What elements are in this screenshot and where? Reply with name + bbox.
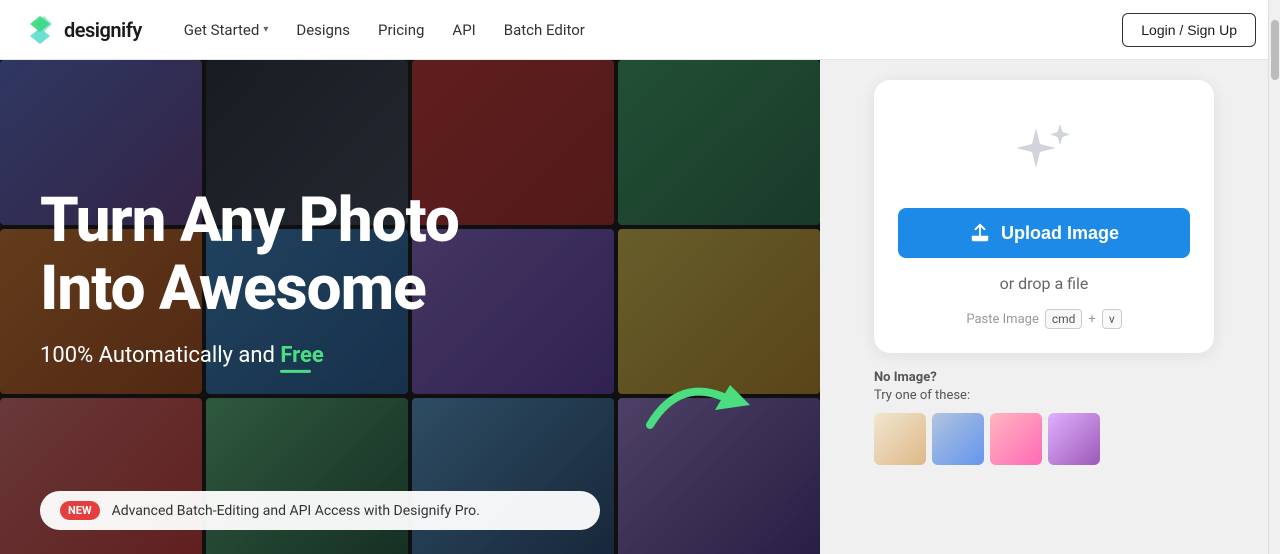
logo-icon bbox=[24, 14, 56, 46]
nav-item-designs[interactable]: Designs bbox=[286, 15, 360, 45]
hero-title: Turn Any Photo Into Awesome bbox=[40, 187, 459, 323]
key-cmd: cmd bbox=[1045, 309, 1083, 329]
paste-label: Paste Image bbox=[966, 312, 1038, 327]
paste-row: Paste Image cmd + v bbox=[966, 309, 1121, 329]
key-v: v bbox=[1102, 309, 1122, 329]
sample-thumb-3[interactable] bbox=[990, 413, 1042, 465]
hero-section: Turn Any Photo Into Awesome 100% Automat… bbox=[0, 60, 1268, 554]
upload-icon bbox=[969, 222, 991, 244]
chevron-down-icon: ▾ bbox=[263, 24, 268, 35]
new-badge-label: NEW bbox=[60, 501, 100, 520]
nav-item-api[interactable]: API bbox=[442, 15, 485, 45]
nav-item-get-started[interactable]: Get Started ▾ bbox=[174, 15, 279, 45]
sparkles-svg bbox=[1004, 112, 1084, 192]
free-underline bbox=[280, 370, 310, 373]
hero-left: Turn Any Photo Into Awesome 100% Automat… bbox=[0, 60, 820, 554]
hero-subtitle: 100% Automatically and Free bbox=[40, 343, 459, 373]
drop-text: or drop a file bbox=[1000, 274, 1089, 293]
sample-thumb-1[interactable] bbox=[874, 413, 926, 465]
new-badge-text: Advanced Batch-Editing and API Access wi… bbox=[112, 503, 480, 519]
hero-content: Turn Any Photo Into Awesome 100% Automat… bbox=[40, 187, 459, 405]
sparkle-icon bbox=[1004, 112, 1084, 192]
hero-right: Upload Image or drop a file Paste Image … bbox=[820, 60, 1268, 554]
upload-button[interactable]: Upload Image bbox=[898, 208, 1190, 258]
arrow-icon bbox=[640, 365, 760, 445]
free-word: Free bbox=[280, 343, 323, 373]
upload-card: Upload Image or drop a file Paste Image … bbox=[874, 80, 1214, 353]
logo-text: designify bbox=[64, 18, 142, 42]
scrollbar[interactable] bbox=[1268, 0, 1280, 554]
nav-links: Get Started ▾ Designs Pricing API Batch … bbox=[174, 15, 1122, 45]
plus-sign: + bbox=[1088, 312, 1095, 327]
logo-area[interactable]: designify bbox=[24, 14, 142, 46]
no-image-section: No Image? Try one of these: bbox=[874, 369, 1214, 465]
sample-thumb-4[interactable] bbox=[1048, 413, 1100, 465]
sample-thumb-2[interactable] bbox=[932, 413, 984, 465]
nav-item-batch-editor[interactable]: Batch Editor bbox=[494, 15, 595, 45]
login-button[interactable]: Login / Sign Up bbox=[1122, 13, 1256, 47]
sample-images bbox=[874, 413, 1214, 465]
navbar: designify Get Started ▾ Designs Pricing … bbox=[0, 0, 1280, 60]
green-arrow bbox=[640, 365, 760, 449]
scrollbar-thumb bbox=[1271, 20, 1279, 80]
new-badge-container: NEW Advanced Batch-Editing and API Acces… bbox=[40, 491, 600, 530]
no-image-title: No Image? Try one of these: bbox=[874, 369, 1214, 405]
nav-item-pricing[interactable]: Pricing bbox=[368, 15, 434, 45]
